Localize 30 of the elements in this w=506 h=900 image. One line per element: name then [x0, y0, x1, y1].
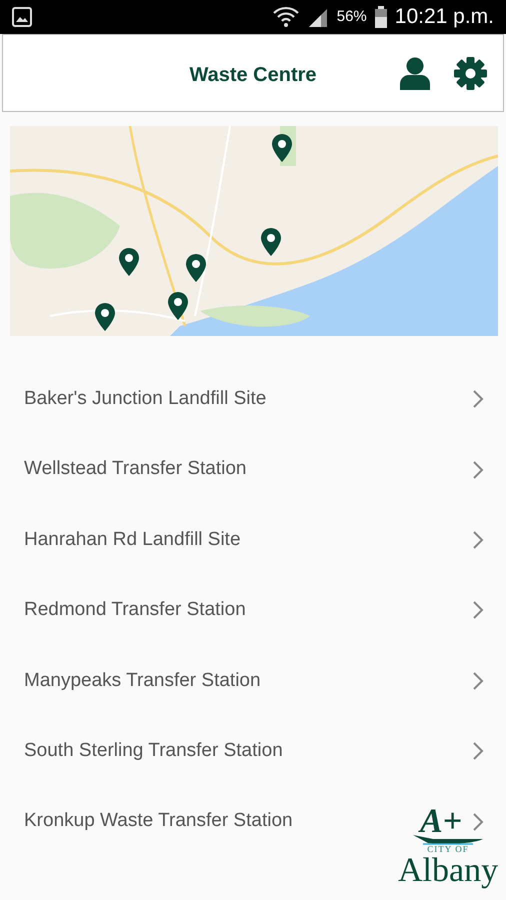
- chevron-right-icon: [472, 670, 484, 691]
- site-list-item[interactable]: Manypeaks Transfer Station: [0, 646, 506, 716]
- boat-icon: [413, 833, 483, 845]
- clock-time: 10:21 p.m.: [394, 4, 494, 30]
- logo-tagline: CITY OF: [426, 845, 470, 854]
- map-pin-icon[interactable]: [272, 134, 292, 162]
- chevron-right-icon: [472, 812, 484, 832]
- logo-name: Albany: [398, 854, 498, 888]
- logo-mark: A+: [420, 805, 462, 839]
- site-list-item[interactable]: Hanrahan Rd Landfill Site: [0, 504, 506, 576]
- site-list-item[interactable]: South Sterling Transfer Station: [0, 716, 506, 786]
- chevron-right-icon: [472, 741, 484, 762]
- site-list-item[interactable]: Baker's Junction Landfill Site: [0, 364, 506, 434]
- header-title: Waste Centre: [189, 63, 317, 88]
- image-icon: [12, 7, 32, 27]
- site-list-item[interactable]: Redmond Transfer Station: [0, 575, 506, 646]
- map-pin-icon[interactable]: [95, 303, 115, 331]
- map-pin-icon[interactable]: [261, 228, 281, 256]
- user-icon[interactable]: [400, 56, 430, 90]
- map-pin-icon[interactable]: [119, 248, 139, 276]
- chevron-right-icon: [472, 460, 484, 480]
- chevron-right-icon: [472, 530, 484, 550]
- chevron-right-icon: [472, 600, 484, 620]
- battery-percentage: 56%: [336, 6, 367, 27]
- site-list-item[interactable]: Wellstead Transfer Station: [0, 434, 506, 505]
- wifi-icon: [272, 6, 299, 28]
- map-pin-icon[interactable]: [168, 292, 188, 320]
- battery-icon: [374, 6, 387, 28]
- chevron-right-icon: [472, 389, 484, 410]
- map-pin-icon[interactable]: [186, 254, 206, 282]
